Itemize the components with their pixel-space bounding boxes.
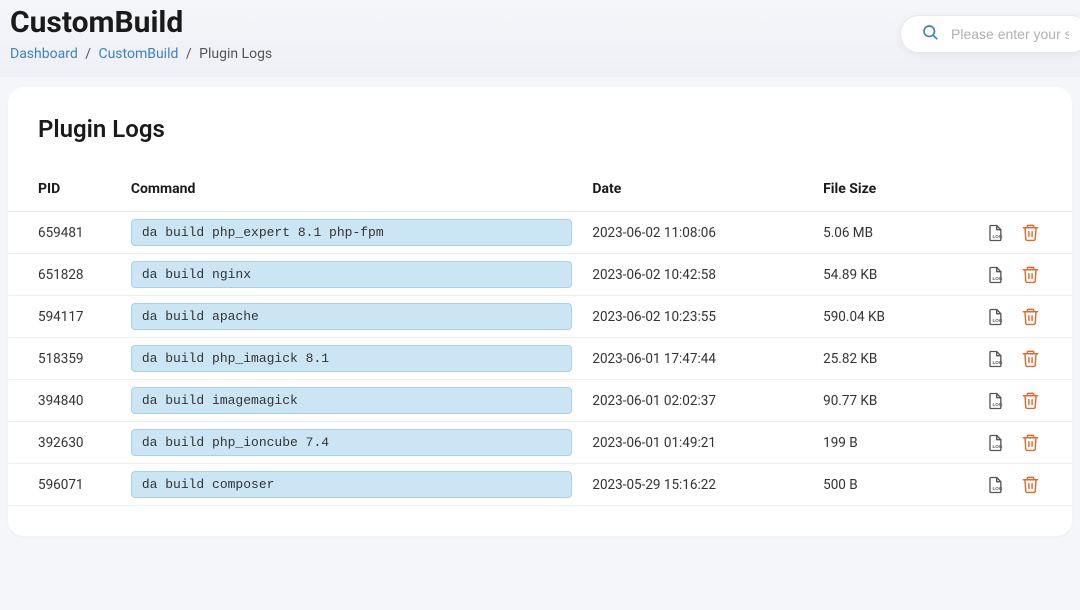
- command-chip: da build php_imagick 8.1: [131, 345, 573, 372]
- plugin-logs-card: Plugin Logs PID Command Date File Size 6…: [8, 87, 1072, 536]
- col-header-size: File Size: [813, 167, 962, 212]
- cell-command: da build apache: [121, 296, 583, 338]
- col-header-actions: [962, 167, 1072, 212]
- command-chip: da build php_expert 8.1 php-fpm: [131, 219, 573, 246]
- cell-date: 2023-06-01 02:02:37: [582, 380, 813, 422]
- view-log-icon[interactable]: LOG: [983, 263, 1007, 287]
- cell-date: 2023-05-29 15:16:22: [582, 464, 813, 506]
- view-log-icon[interactable]: LOG: [983, 221, 1007, 245]
- delete-icon[interactable]: [1018, 389, 1042, 413]
- delete-icon[interactable]: [1018, 473, 1042, 497]
- cell-command: da build nginx: [121, 254, 583, 296]
- cell-date: 2023-06-02 11:08:06: [582, 212, 813, 254]
- table-row: 394840 da build imagemagick 2023-06-01 0…: [8, 380, 1072, 422]
- cell-actions: LOG: [962, 212, 1072, 254]
- command-chip: da build composer: [131, 471, 573, 498]
- table-row: 518359 da build php_imagick 8.1 2023-06-…: [8, 338, 1072, 380]
- cell-actions: LOG: [962, 296, 1072, 338]
- table-row: 659481 da build php_expert 8.1 php-fpm 2…: [8, 212, 1072, 254]
- cell-command: da build php_ioncube 7.4: [121, 422, 583, 464]
- cell-size: 590.04 KB: [813, 296, 962, 338]
- delete-icon[interactable]: [1018, 305, 1042, 329]
- cell-size: 90.77 KB: [813, 380, 962, 422]
- cell-command: da build php_imagick 8.1: [121, 338, 583, 380]
- cell-pid: 518359: [8, 338, 121, 380]
- breadcrumb-dashboard[interactable]: Dashboard: [10, 46, 78, 62]
- cell-date: 2023-06-01 17:47:44: [582, 338, 813, 380]
- col-header-command: Command: [121, 167, 583, 212]
- cell-command: da build composer: [121, 464, 583, 506]
- search-input[interactable]: [951, 26, 1069, 42]
- svg-text:LOG: LOG: [992, 276, 1002, 281]
- logs-table: PID Command Date File Size 659481 da bui…: [8, 167, 1072, 506]
- delete-icon[interactable]: [1018, 431, 1042, 455]
- breadcrumb-sep: /: [186, 46, 192, 62]
- svg-text:LOG: LOG: [992, 444, 1002, 449]
- breadcrumb-sep: /: [85, 46, 91, 62]
- cell-actions: LOG: [962, 422, 1072, 464]
- cell-actions: LOG: [962, 338, 1072, 380]
- delete-icon[interactable]: [1018, 263, 1042, 287]
- svg-text:LOG: LOG: [992, 360, 1002, 365]
- view-log-icon[interactable]: LOG: [983, 389, 1007, 413]
- search-icon: [921, 23, 939, 45]
- svg-text:LOG: LOG: [992, 234, 1002, 239]
- cell-date: 2023-06-02 10:23:55: [582, 296, 813, 338]
- page-header: CustomBuild Dashboard / CustomBuild / Pl…: [0, 0, 1080, 77]
- breadcrumb-custombuild[interactable]: CustomBuild: [98, 46, 178, 62]
- delete-icon[interactable]: [1018, 221, 1042, 245]
- cell-size: 25.82 KB: [813, 338, 962, 380]
- view-log-icon[interactable]: LOG: [983, 473, 1007, 497]
- cell-size: 199 B: [813, 422, 962, 464]
- cell-size: 5.06 MB: [813, 212, 962, 254]
- svg-text:LOG: LOG: [992, 486, 1002, 491]
- cell-size: 500 B: [813, 464, 962, 506]
- cell-command: da build php_expert 8.1 php-fpm: [121, 212, 583, 254]
- command-chip: da build nginx: [131, 261, 573, 288]
- delete-icon[interactable]: [1018, 347, 1042, 371]
- svg-text:LOG: LOG: [992, 402, 1002, 407]
- view-log-icon[interactable]: LOG: [983, 305, 1007, 329]
- cell-pid: 394840: [8, 380, 121, 422]
- cell-size: 54.89 KB: [813, 254, 962, 296]
- col-header-date: Date: [582, 167, 813, 212]
- cell-pid: 651828: [8, 254, 121, 296]
- card-title: Plugin Logs: [8, 115, 1072, 143]
- command-chip: da build imagemagick: [131, 387, 573, 414]
- command-chip: da build php_ioncube 7.4: [131, 429, 573, 456]
- table-row: 392630 da build php_ioncube 7.4 2023-06-…: [8, 422, 1072, 464]
- cell-pid: 594117: [8, 296, 121, 338]
- search-box[interactable]: [900, 15, 1080, 53]
- view-log-icon[interactable]: LOG: [983, 347, 1007, 371]
- table-row: 594117 da build apache 2023-06-02 10:23:…: [8, 296, 1072, 338]
- table-row: 596071 da build composer 2023-05-29 15:1…: [8, 464, 1072, 506]
- cell-actions: LOG: [962, 464, 1072, 506]
- cell-command: da build imagemagick: [121, 380, 583, 422]
- cell-pid: 659481: [8, 212, 121, 254]
- col-header-pid: PID: [8, 167, 121, 212]
- view-log-icon[interactable]: LOG: [983, 431, 1007, 455]
- cell-pid: 392630: [8, 422, 121, 464]
- svg-text:LOG: LOG: [992, 318, 1002, 323]
- cell-date: 2023-06-02 10:42:58: [582, 254, 813, 296]
- table-row: 651828 da build nginx 2023-06-02 10:42:5…: [8, 254, 1072, 296]
- breadcrumb-current: Plugin Logs: [199, 46, 272, 62]
- cell-actions: LOG: [962, 254, 1072, 296]
- cell-pid: 596071: [8, 464, 121, 506]
- command-chip: da build apache: [131, 303, 573, 330]
- cell-date: 2023-06-01 01:49:21: [582, 422, 813, 464]
- cell-actions: LOG: [962, 380, 1072, 422]
